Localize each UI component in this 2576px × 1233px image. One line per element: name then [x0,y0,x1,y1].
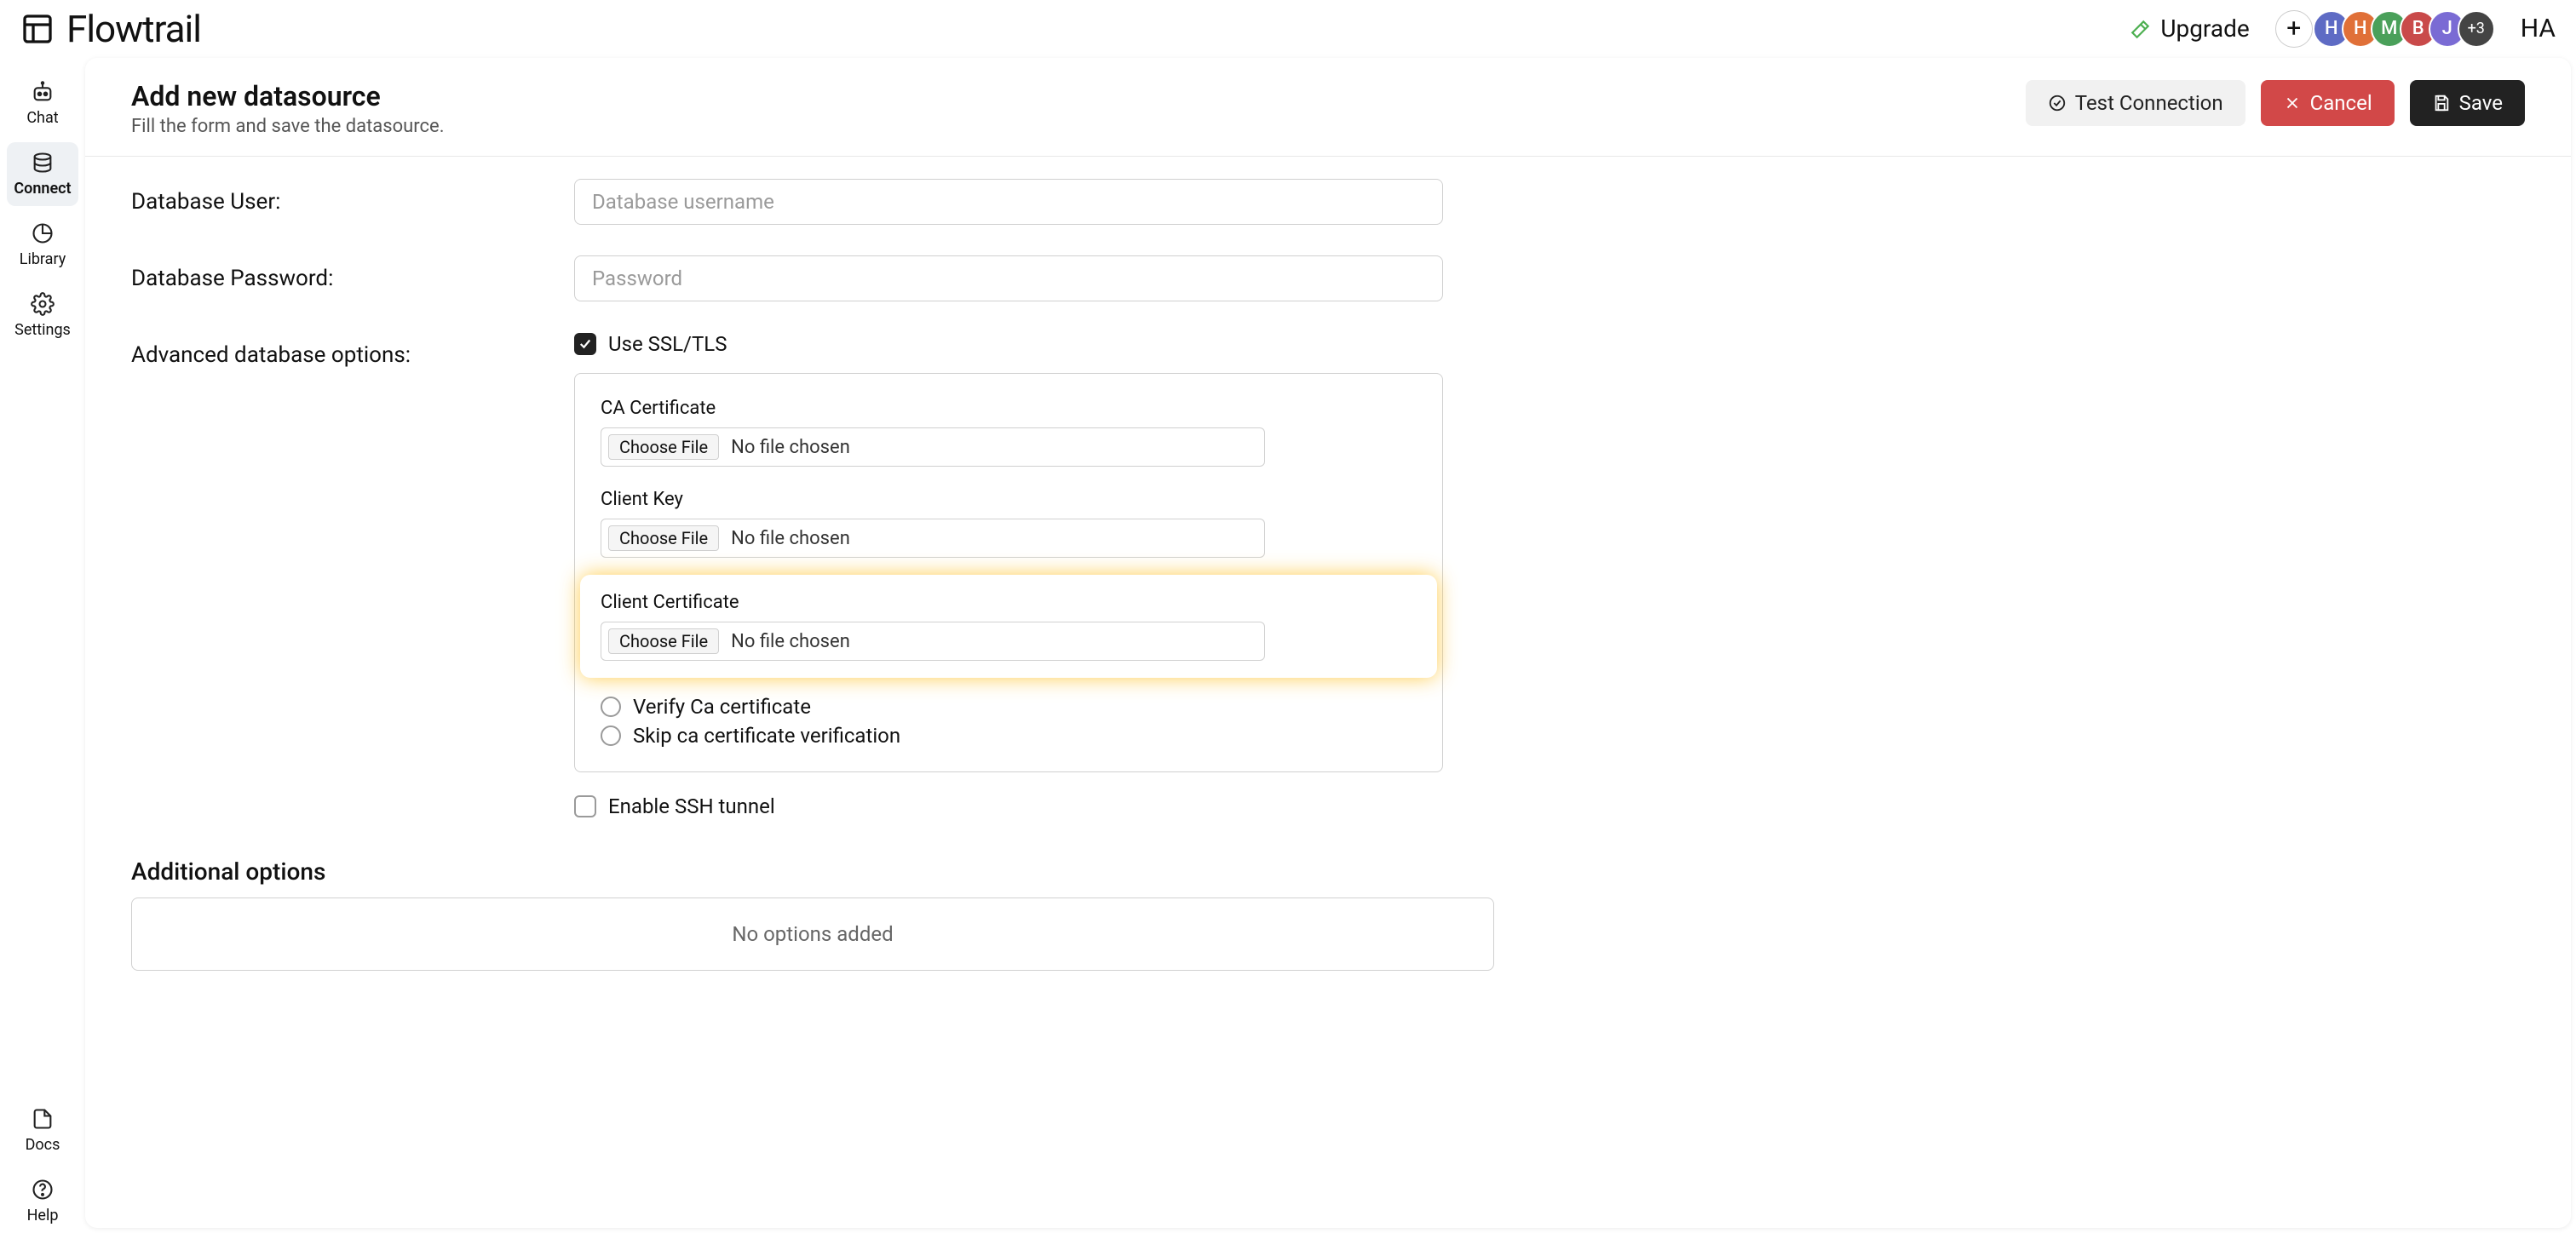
ca-cert-label: CA Certificate [601,398,1417,419]
sidebar-item-connect[interactable]: Connect [7,142,78,206]
ssl-options-box: CA Certificate Choose File No file chose… [574,373,1443,772]
db-user-input[interactable] [574,179,1443,225]
sidebar-item-label: Settings [14,321,71,339]
form-scroll-area[interactable]: Database User: Database Password: Advanc… [85,157,2571,1228]
check-icon [578,336,593,352]
file-status: No file chosen [731,437,850,458]
database-icon [31,151,55,175]
upgrade-button[interactable]: Upgrade [2130,14,2249,43]
sidebar-item-chat[interactable]: Chat [7,72,78,135]
profile-menu[interactable]: HA [2521,14,2556,43]
avatar-stack[interactable]: HHMBJ+3 [2321,10,2495,48]
sidebar-item-docs[interactable]: Docs [7,1098,78,1162]
additional-options-title: Additional options [131,857,1494,886]
file-status: No file chosen [731,528,850,549]
button-label: Save [2459,91,2503,115]
sidebar-item-library[interactable]: Library [7,213,78,277]
client-cert-label: Client Certificate [601,592,1417,613]
enable-ssh-label: Enable SSH tunnel [608,794,775,818]
db-password-label: Database Password: [131,255,574,291]
advanced-options-label: Advanced database options: [131,332,574,368]
pie-chart-icon [31,221,55,245]
sidebar-item-label: Connect [14,180,71,198]
verify-ca-radio[interactable] [601,697,621,717]
sidebar-item-label: Docs [26,1136,60,1154]
save-icon [2432,94,2451,112]
sidebar-item-label: Library [20,250,66,268]
x-icon [2283,94,2302,112]
brand-name: Flowtrail [66,7,201,51]
skip-ca-radio[interactable] [601,725,621,746]
avatar-overflow[interactable]: +3 [2458,10,2495,48]
additional-options-empty: No options added [732,922,893,946]
check-circle-icon [2048,94,2067,112]
skip-ca-label: Skip ca certificate verification [633,724,900,748]
page-title: Add new datasource [131,80,445,112]
choose-file-button[interactable]: Choose File [608,434,719,460]
brand: Flowtrail [20,7,201,51]
db-password-input[interactable] [574,255,1443,301]
page-subtitle: Fill the form and save the datasource. [131,116,445,137]
choose-file-button[interactable]: Choose File [608,628,719,654]
use-ssl-checkbox[interactable] [574,333,596,355]
upgrade-label: Upgrade [2160,14,2249,43]
brand-logo-icon [20,12,55,46]
client-key-label: Client Key [601,489,1417,510]
right-gutter [1521,163,2321,971]
file-status: No file chosen [731,631,850,652]
test-connection-button[interactable]: Test Connection [2026,80,2245,126]
sidebar-item-help[interactable]: Help [7,1169,78,1233]
topbar: Flowtrail Upgrade + HHMBJ+3 HA [0,0,2576,58]
magic-wand-icon [2130,18,2152,40]
gear-icon [31,292,55,316]
sidebar: Chat Connect Library Settings [0,58,85,1233]
save-button[interactable]: Save [2410,80,2525,126]
verify-ca-label: Verify Ca certificate [633,695,811,719]
sidebar-item-label: Chat [26,109,58,127]
button-label: Cancel [2310,91,2372,115]
ca-cert-file-input[interactable]: Choose File No file chosen [601,427,1265,467]
additional-options-box: No options added [131,898,1494,971]
choose-file-button[interactable]: Choose File [608,525,719,551]
add-button[interactable]: + [2275,10,2313,48]
enable-ssh-checkbox[interactable] [574,795,596,817]
client-cert-file-input[interactable]: Choose File No file chosen [601,622,1265,661]
button-label: Test Connection [2075,91,2223,115]
help-circle-icon [31,1178,55,1201]
sidebar-item-settings[interactable]: Settings [7,284,78,347]
use-ssl-label: Use SSL/TLS [608,332,727,356]
client-key-file-input[interactable]: Choose File No file chosen [601,519,1265,558]
page-header: Add new datasource Fill the form and sav… [85,58,2571,157]
sidebar-item-label: Help [27,1207,59,1224]
main-panel: Add new datasource Fill the form and sav… [85,58,2571,1228]
file-icon [31,1107,55,1131]
db-user-label: Database User: [131,179,574,215]
cancel-button[interactable]: Cancel [2261,80,2395,126]
robot-icon [31,80,55,104]
